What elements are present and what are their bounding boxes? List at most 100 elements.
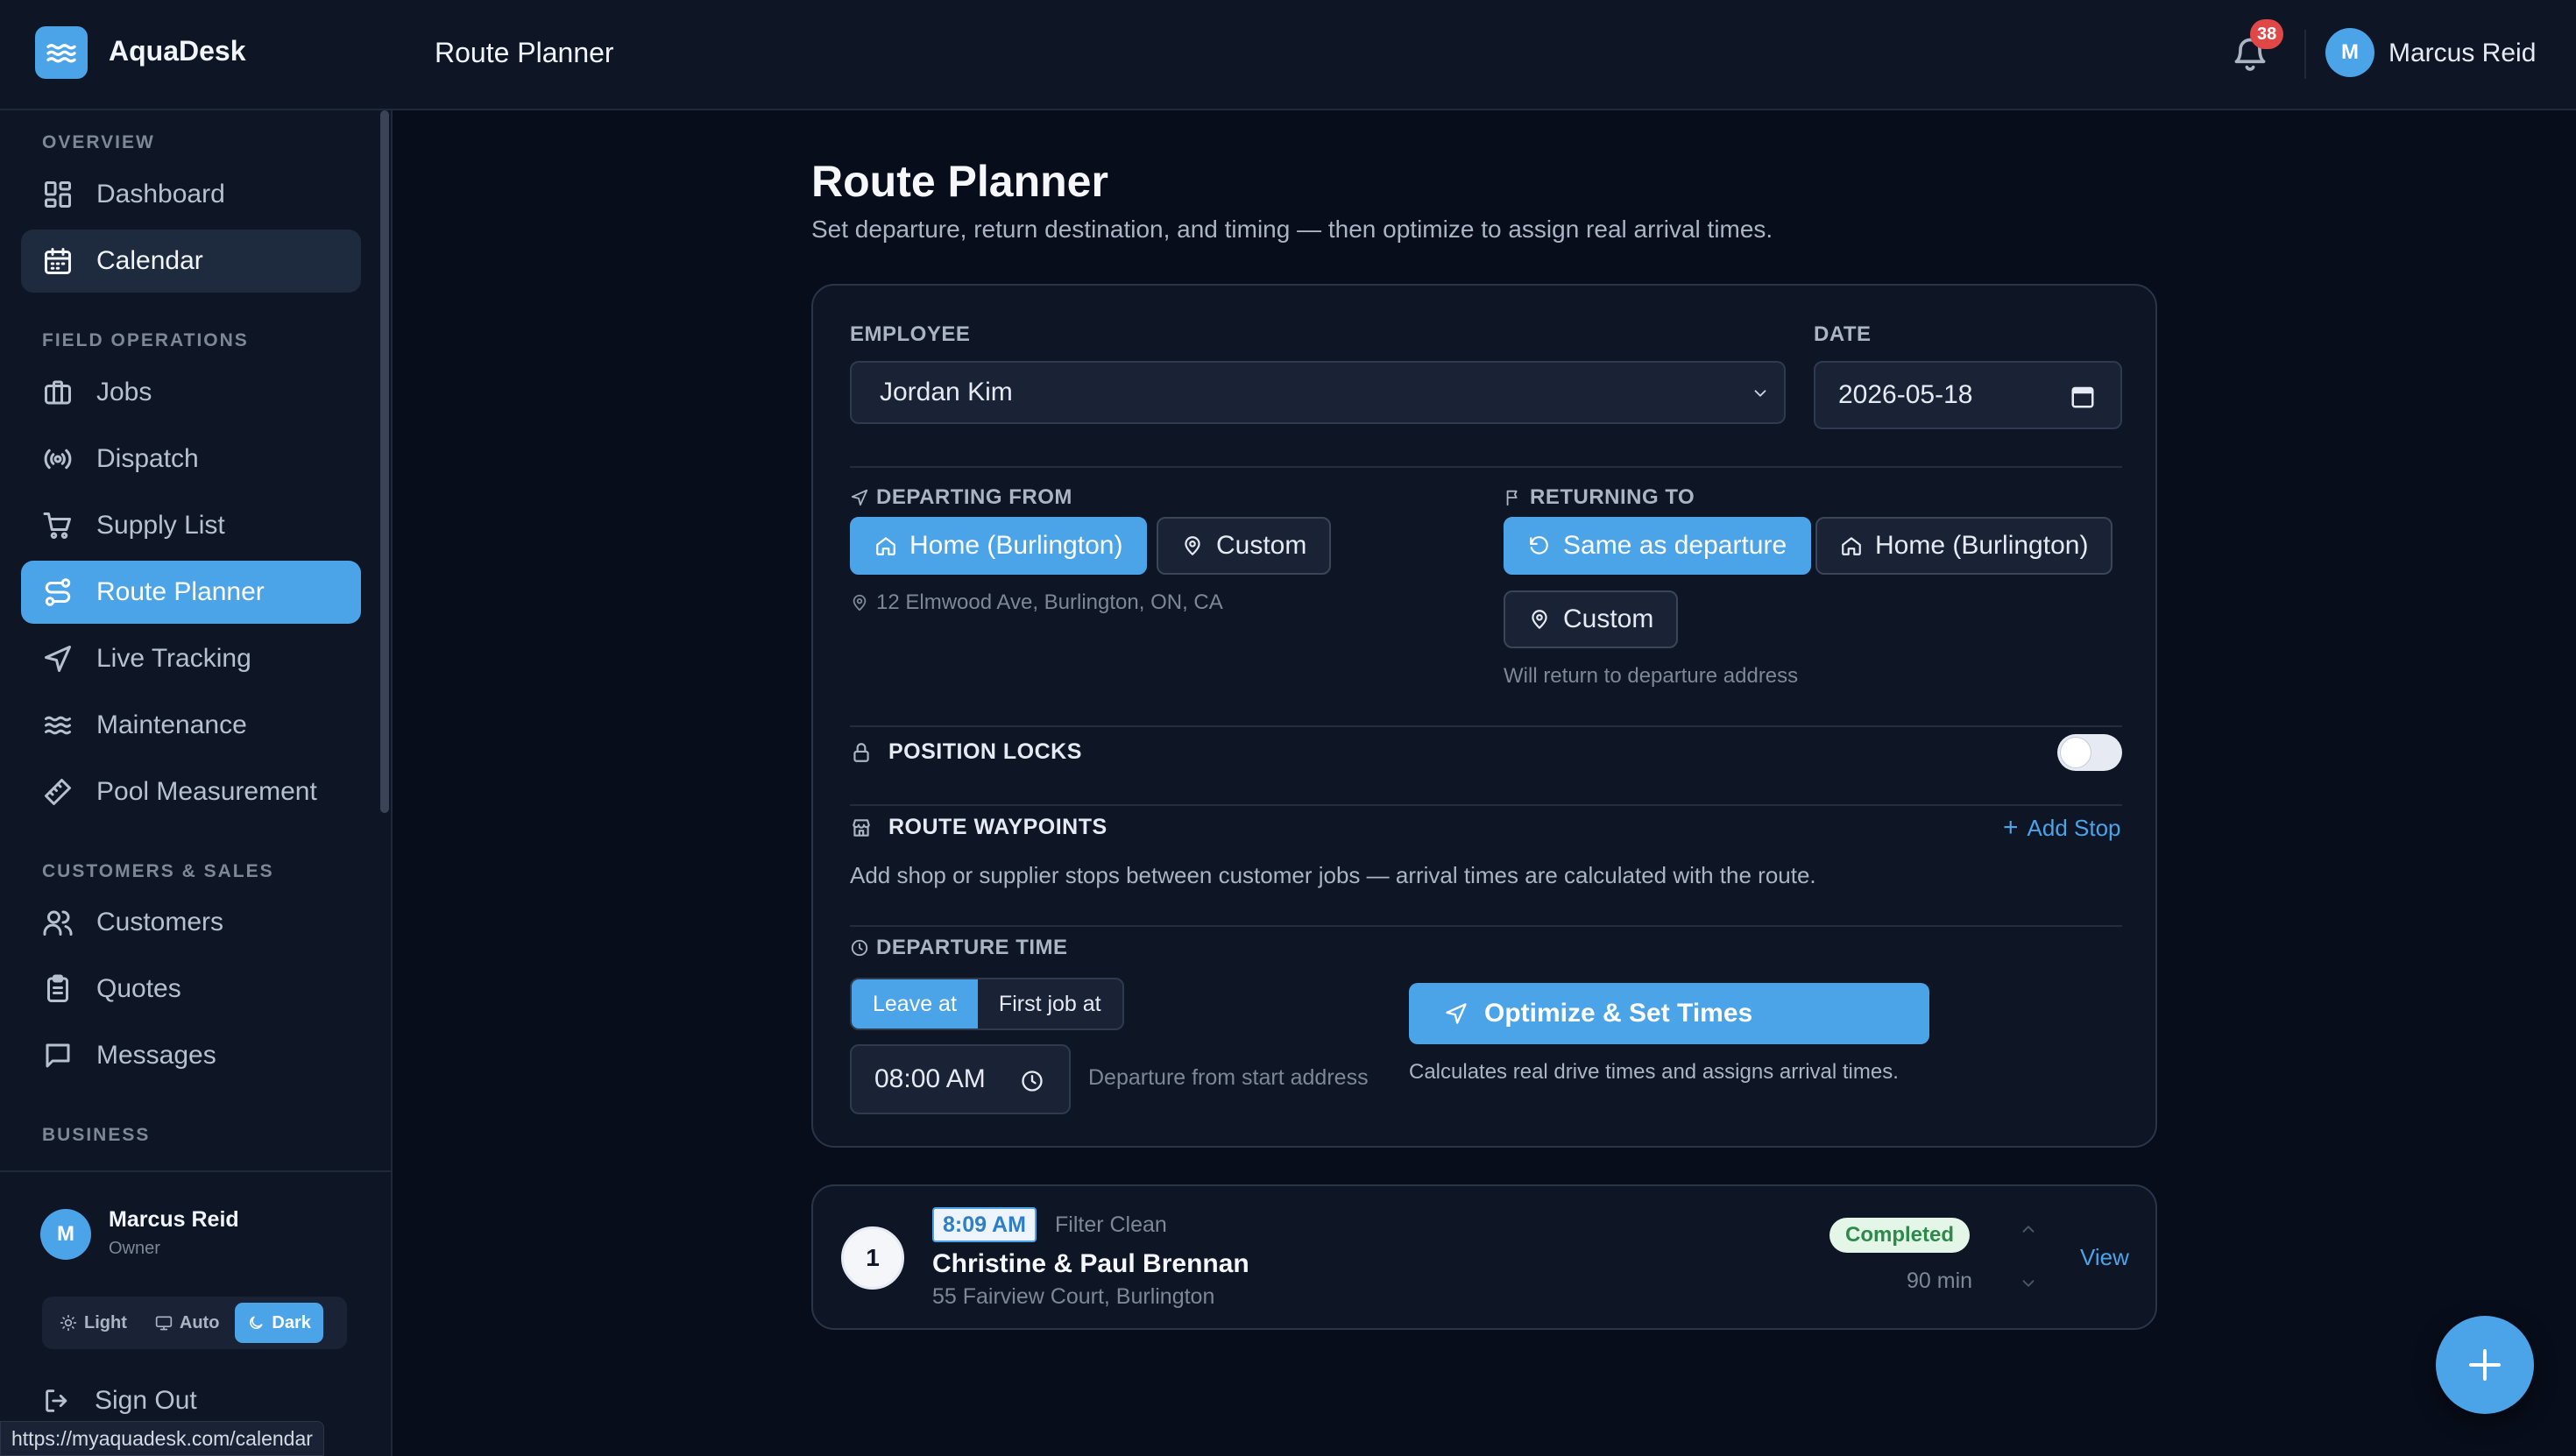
store-icon <box>853 818 870 837</box>
employee-select[interactable]: Jordan Kim <box>850 361 1786 424</box>
divider <box>850 466 2122 468</box>
first-job-at-option[interactable]: First job at <box>978 979 1122 1028</box>
date-input[interactable]: 2026-05-18 <box>1814 361 2122 429</box>
sidebar-item-label: Messages <box>96 1041 216 1070</box>
users-icon <box>43 910 73 936</box>
departing-address-text: 12 Elmwood Ave, Burlington, ON, CA <box>876 590 1223 614</box>
sidebar-item-route-planner[interactable]: Route Planner <box>21 561 361 624</box>
calendar-icon <box>45 248 71 274</box>
sidebar-item-customers[interactable]: Customers <box>21 891 361 954</box>
departing-custom-button[interactable]: Custom <box>1157 517 1332 575</box>
theme-auto-label: Auto <box>179 1312 220 1332</box>
returning-home-button[interactable]: Home (Burlington) <box>1815 517 2113 575</box>
chevron-down-icon[interactable] <box>2019 1274 2038 1293</box>
logo-waves-icon[interactable] <box>35 26 88 79</box>
sidebar-item-messages[interactable]: Messages <box>21 1024 361 1087</box>
departing-home-button[interactable]: Home (Burlington) <box>850 517 1148 575</box>
sidebar-item-label: Supply List <box>96 511 225 540</box>
sidebar-item-maintenance[interactable]: Maintenance <box>21 694 361 757</box>
sidebar-item-supply-list[interactable]: Supply List <box>21 494 361 557</box>
divider <box>850 925 2122 927</box>
theme-auto-button[interactable]: Auto <box>143 1303 232 1343</box>
sidebar-footer-divider <box>0 1170 391 1172</box>
sidebar-item-live-tracking[interactable]: Live Tracking <box>21 627 361 690</box>
user-name[interactable]: Marcus Reid <box>2388 39 2536 68</box>
sidebar-scrollbar[interactable] <box>380 110 389 813</box>
leave-at-option[interactable]: Leave at <box>852 979 978 1028</box>
cart-icon <box>43 512 71 539</box>
stop-arrival-time: 8:09 AM <box>932 1207 1037 1242</box>
stop-customer-name: Christine & Paul Brennan <box>932 1249 1249 1278</box>
ruler-icon <box>45 779 71 805</box>
home-icon <box>876 537 895 555</box>
lock-icon <box>853 742 869 762</box>
navigation-arrow-icon <box>45 646 71 672</box>
theme-light-button[interactable]: Light <box>47 1303 139 1343</box>
divider <box>850 804 2122 806</box>
profile-avatar[interactable]: M <box>40 1209 91 1260</box>
notification-badge: 38 <box>2250 19 2284 49</box>
calendar-picker-icon[interactable] <box>2070 384 2096 410</box>
returning-hint: Will return to departure address <box>1504 664 1799 688</box>
plus-icon: + <box>2003 813 2019 842</box>
sidebar-item-dashboard[interactable]: Dashboard <box>21 163 361 226</box>
theme-switcher: Light Auto Dark <box>42 1297 347 1349</box>
departure-time-label: DEPARTURE TIME <box>850 936 1068 960</box>
map-pin-icon <box>853 594 867 611</box>
returning-same-button[interactable]: Same as departure <box>1504 517 1812 575</box>
returning-custom-button[interactable]: Custom <box>1504 590 1679 648</box>
route-stop-card[interactable]: 1 8:09 AM Filter Clean Christine & Paul … <box>811 1184 2157 1330</box>
sidebar-item-label: Customers <box>96 908 224 937</box>
theme-dark-button[interactable]: Dark <box>235 1303 323 1343</box>
user-avatar[interactable]: M <box>2325 28 2374 77</box>
position-locks-toggle[interactable] <box>2057 734 2122 771</box>
moon-icon <box>250 1316 263 1329</box>
sidebar-item-quotes[interactable]: Quotes <box>21 958 361 1021</box>
section-field-operations: FIELD OPERATIONS <box>42 330 249 350</box>
sidebar-item-pool-measurement[interactable]: Pool Measurement <box>21 760 361 823</box>
position-locks-label: POSITION LOCKS <box>888 739 1082 764</box>
add-fab-button[interactable] <box>2436 1316 2534 1414</box>
employee-select-value: Jordan Kim <box>880 378 1013 406</box>
chevron-up-icon[interactable] <box>2019 1219 2038 1239</box>
sidebar-item-label: Maintenance <box>96 710 247 739</box>
returning-same-label: Same as departure <box>1563 531 1787 560</box>
flag-icon <box>1506 490 1518 506</box>
stop-address: 55 Fairview Court, Burlington <box>932 1284 1215 1309</box>
monitor-icon <box>155 1316 173 1331</box>
optimize-button[interactable]: Optimize & Set Times <box>1409 983 1929 1044</box>
clipboard-icon <box>47 974 68 1002</box>
sun-icon <box>60 1314 77 1332</box>
header-page-title: Route Planner <box>435 37 614 68</box>
theme-light-label: Light <box>84 1312 127 1332</box>
sidebar-item-label: Jobs <box>96 378 152 406</box>
logout-icon <box>46 1389 67 1412</box>
sidebar-item-dispatch[interactable]: Dispatch <box>21 428 361 491</box>
sign-out-button[interactable]: Sign Out <box>42 1386 197 1416</box>
waypoints-description: Add shop or supplier stops between custo… <box>850 862 1816 888</box>
add-stop-button[interactable]: + Add Stop <box>2003 813 2121 843</box>
departure-time-label-text: DEPARTURE TIME <box>876 936 1068 959</box>
sidebar-item-label: Calendar <box>96 246 203 275</box>
departure-time-input[interactable]: 08:00 AM <box>850 1044 1071 1114</box>
stop-number: 1 <box>841 1226 904 1290</box>
theme-dark-label: Dark <box>272 1312 311 1332</box>
header-divider <box>2304 30 2306 79</box>
navigation-arrow-icon <box>851 489 868 506</box>
stop-duration: 90 min <box>1907 1269 1973 1293</box>
rotate-ccw-icon <box>1530 536 1548 555</box>
section-overview: OVERVIEW <box>42 132 155 152</box>
section-customers-sales: CUSTOMERS & SALES <box>42 861 274 881</box>
sidebar-item-jobs[interactable]: Jobs <box>21 361 361 424</box>
clock-icon[interactable] <box>1020 1069 1044 1093</box>
briefcase-icon <box>45 380 71 405</box>
page-subtitle: Set departure, return destination, and t… <box>811 216 1773 243</box>
returning-custom-label: Custom <box>1563 604 1654 633</box>
view-stop-link[interactable]: View <box>2080 1244 2129 1271</box>
date-label: DATE <box>1814 322 1872 346</box>
employee-label: EMPLOYEE <box>850 322 971 346</box>
status-bar-url: https://myaquadesk.com/calendar <box>0 1421 324 1456</box>
map-pin-icon <box>1185 536 1200 555</box>
sidebar-item-calendar[interactable]: Calendar <box>21 230 361 293</box>
dashboard-icon <box>45 181 71 208</box>
